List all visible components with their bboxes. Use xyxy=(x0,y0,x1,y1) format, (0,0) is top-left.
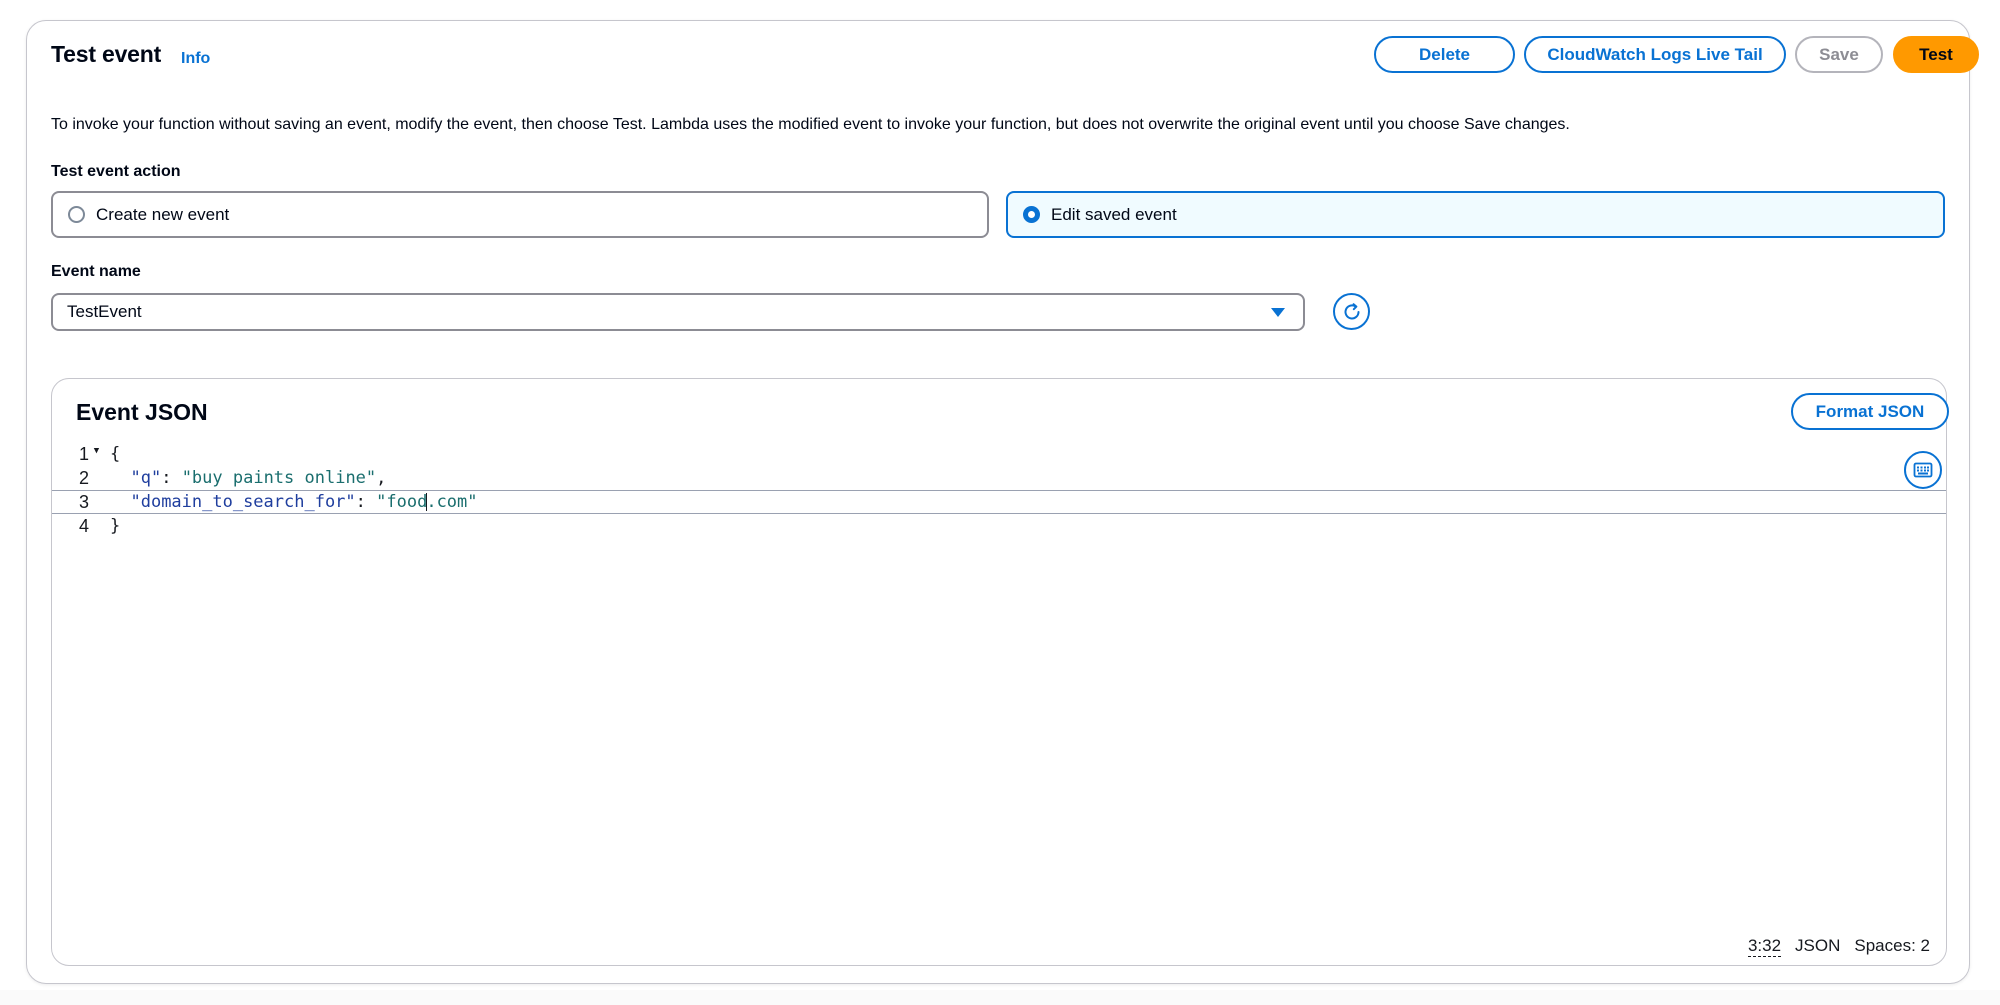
json-key: "q" xyxy=(130,468,162,488)
keyboard-settings-icon xyxy=(1913,462,1933,478)
code-line: 1 ▼ { xyxy=(52,442,1946,466)
editor-title: Event JSON xyxy=(76,399,208,425)
create-new-event-tile[interactable]: Create new event xyxy=(51,191,989,238)
json-value: "buy paints online" xyxy=(181,468,377,488)
refresh-button[interactable] xyxy=(1333,293,1370,330)
cloudwatch-live-tail-button[interactable]: CloudWatch Logs Live Tail xyxy=(1524,36,1786,73)
description-text: To invoke your function without saving a… xyxy=(51,116,1570,133)
json-value: "food xyxy=(376,492,428,512)
caret-down-icon xyxy=(1271,308,1285,317)
json-value: .com" xyxy=(426,492,478,512)
fold-caret-icon[interactable]: ▼ xyxy=(89,439,104,463)
code-text: "domain_to_search_for": "food.com" xyxy=(130,492,478,512)
event-name-value: TestEvent xyxy=(67,302,142,321)
test-event-action-label: Test event action xyxy=(51,163,181,180)
line-number: 2 xyxy=(78,468,89,488)
code-line-active: 3 "domain_to_search_for": "food.com" xyxy=(52,490,1946,514)
radio-create-new-event[interactable] xyxy=(68,206,85,223)
code-editor[interactable]: 1 ▼ { 2 "q": "buy paints online", 3 "dom… xyxy=(52,442,1946,538)
event-json-panel: Event JSON Format JSON 1 ▼ {2 "q": "buy… xyxy=(51,378,1949,966)
info-link[interactable]: Info xyxy=(181,50,210,68)
test-event-card: Test event Info Delete CloudWatch Logs L… xyxy=(26,20,1979,984)
editor-settings-button[interactable] xyxy=(1904,451,1942,489)
save-button[interactable]: Save xyxy=(1795,36,1883,73)
code-text: { xyxy=(110,444,121,464)
line-number: 4 xyxy=(78,516,89,536)
page: Test event Info Delete CloudWatch Logs L… xyxy=(0,0,2000,1005)
create-new-event-label: Create new event xyxy=(96,204,230,224)
test-button[interactable]: Test xyxy=(1893,36,1979,73)
indent-setting: Spaces: 2 xyxy=(1854,936,1930,955)
cursor-position[interactable]: 3:32 xyxy=(1747,936,1782,957)
line-number: 3 xyxy=(78,492,89,512)
page-footer-strip xyxy=(0,990,2000,1005)
code-line: 4 } xyxy=(52,514,1946,538)
event-name-select[interactable]: TestEvent xyxy=(51,293,1305,331)
refresh-icon xyxy=(1344,302,1359,319)
json-key: "domain_to_search_for" xyxy=(130,492,356,512)
language-mode: JSON xyxy=(1795,936,1841,955)
delete-button[interactable]: Delete xyxy=(1374,36,1515,73)
radio-edit-saved-event[interactable] xyxy=(1023,206,1040,223)
edit-saved-event-label: Edit saved event xyxy=(1051,204,1177,224)
page-title: Test event xyxy=(51,41,162,67)
code-text: } xyxy=(110,516,121,536)
code-text: "q": "buy paints online", xyxy=(130,468,387,488)
editor-status-bar: 3:32 JSON Spaces: 2 xyxy=(1747,936,1930,957)
format-json-button[interactable]: Format JSON xyxy=(1791,393,1949,430)
line-number: 1 xyxy=(78,444,89,464)
event-name-label: Event name xyxy=(51,263,141,280)
code-line: 2 "q": "buy paints online", xyxy=(52,466,1946,490)
edit-saved-event-tile[interactable]: Edit saved event xyxy=(1006,191,1945,238)
